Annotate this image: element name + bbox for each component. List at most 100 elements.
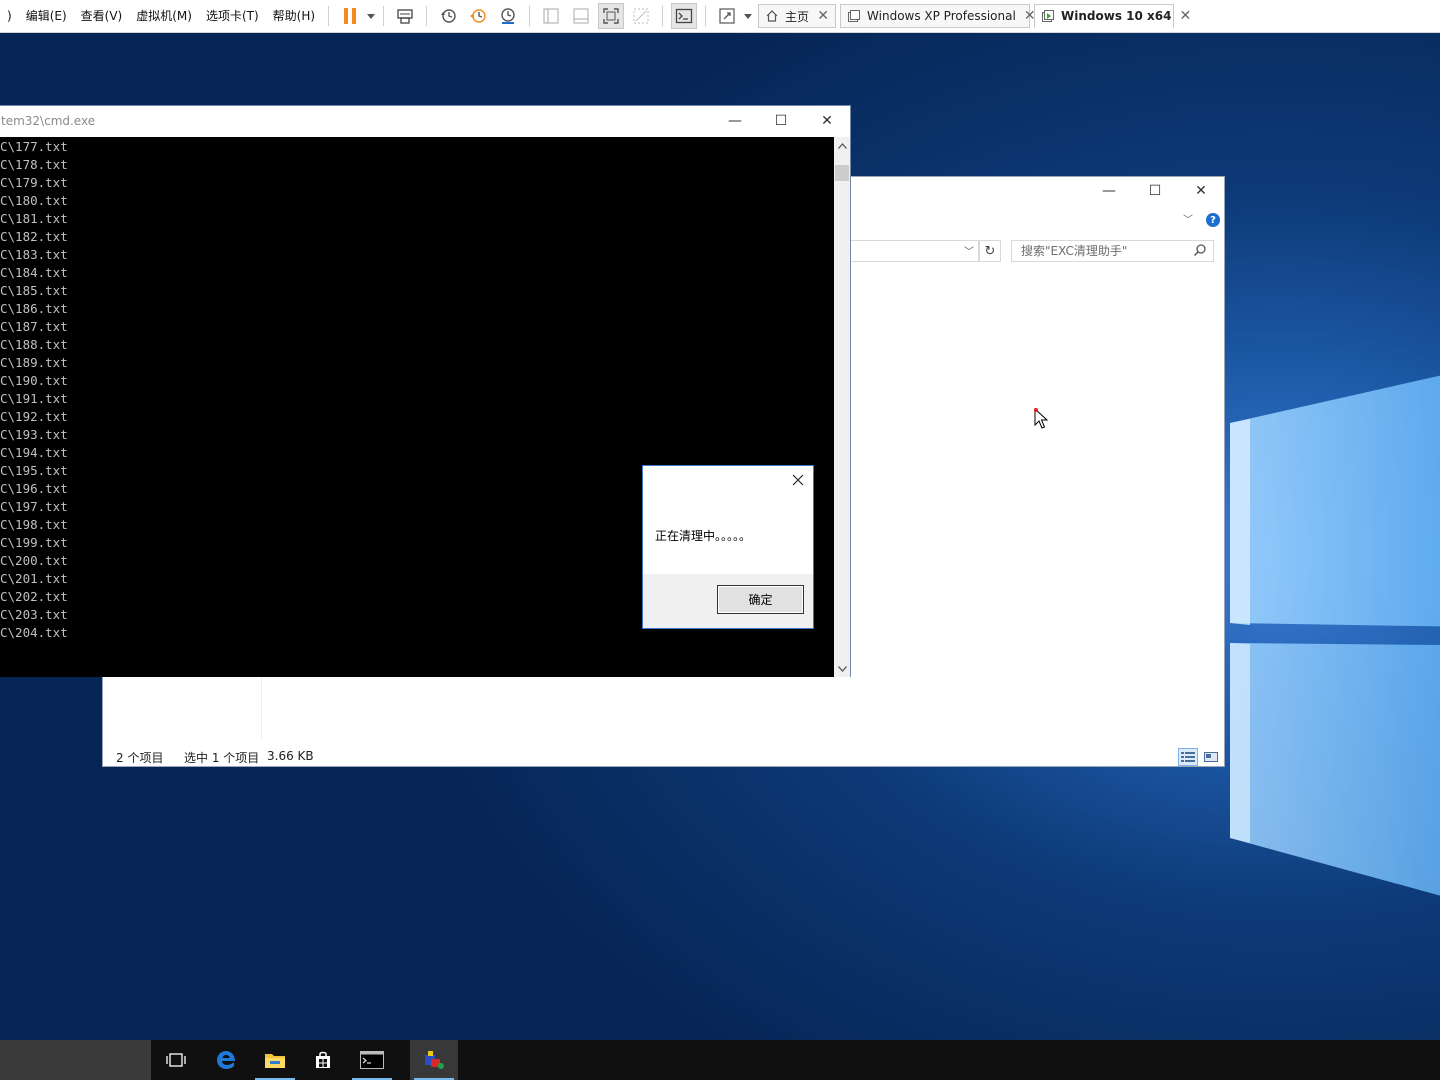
close-icon[interactable]: ✕ [1171, 8, 1191, 24]
console-line: C\203.txt [0, 607, 68, 622]
search-input[interactable]: 搜索"EXC清理助手" [1011, 240, 1214, 262]
mouse-cursor-icon [1034, 408, 1048, 429]
help-icon[interactable]: ? [1206, 213, 1220, 227]
tab-windows-xp[interactable]: Windows XP Professional ✕ [840, 4, 1036, 28]
menu-item-help[interactable]: 帮助(H) [266, 0, 322, 33]
console-line: C\200.txt [0, 553, 68, 568]
details-view-button[interactable] [1178, 748, 1198, 766]
stretch-guest-button[interactable] [714, 3, 740, 29]
taskbar-cmd[interactable] [348, 1040, 396, 1080]
taskbar-file-explorer[interactable] [251, 1040, 299, 1080]
vertical-scrollbar[interactable] [834, 137, 850, 677]
console-line: C\188.txt [0, 337, 68, 352]
console-line: C\186.txt [0, 301, 68, 316]
window-controls: — ☐ ✕ [1086, 177, 1224, 205]
maximize-button[interactable]: ☐ [758, 106, 804, 136]
console-button[interactable] [671, 3, 698, 29]
console-line: C\180.txt [0, 193, 68, 208]
toolbar-separator [662, 6, 664, 26]
unity-button[interactable] [628, 3, 654, 29]
close-icon[interactable]: ✕ [1016, 8, 1036, 24]
send-ctrl-alt-del-button[interactable] [392, 3, 418, 29]
file-explorer-icon [265, 1054, 285, 1068]
scrollbar-thumb[interactable] [835, 165, 849, 181]
taskbar-store[interactable] [299, 1040, 347, 1080]
toolbar-separator [328, 6, 330, 26]
thumbnail-bar-icon [573, 8, 589, 24]
console-line: C\189.txt [0, 355, 68, 370]
chevron-down-icon[interactable]: ﹀ [964, 243, 974, 258]
snapshot-manager-button[interactable] [495, 3, 521, 29]
console-line: C\191.txt [0, 391, 68, 406]
console-line: C\178.txt [0, 157, 68, 172]
close-icon [792, 474, 804, 486]
taskbar-search-box[interactable] [0, 1040, 151, 1080]
taskbar-custom-app[interactable] [410, 1040, 458, 1080]
ok-button[interactable]: 确定 [717, 585, 804, 614]
close-icon[interactable]: ✕ [809, 8, 829, 24]
dialog-message: 正在清理中。。。。。 [655, 529, 752, 543]
large-icons-view-icon [1204, 752, 1218, 762]
menu-item-view[interactable]: 查看(V) [74, 0, 130, 33]
taskbar [0, 1040, 1440, 1080]
console-line: C\197.txt [0, 499, 68, 514]
maximize-button[interactable]: ☐ [1132, 177, 1178, 205]
tab-windows-10[interactable]: Windows 10 x64 ✕ [1034, 4, 1191, 28]
menu-item-vm[interactable]: 虚拟机(M) [129, 0, 199, 33]
close-icon: ✕ [1195, 183, 1207, 199]
status-item-count: 2 个项目 [116, 751, 164, 765]
tab-label: 主页 [785, 9, 810, 24]
full-screen-icon [603, 8, 619, 24]
thumbnail-bar-button[interactable] [568, 3, 594, 29]
tab-label: Windows XP Professional [867, 9, 1016, 23]
cmd-icon [360, 1051, 384, 1069]
menu-item-edit[interactable]: 编辑(E) [19, 0, 74, 33]
close-button[interactable]: ✕ [1178, 177, 1224, 205]
send-ctrl-alt-del-icon [397, 9, 413, 24]
power-dropdown-button[interactable] [365, 3, 377, 29]
close-icon: ✕ [821, 113, 833, 129]
minimize-button[interactable]: — [712, 106, 758, 136]
scroll-down-button[interactable] [834, 660, 850, 677]
console-line: C\185.txt [0, 283, 68, 298]
search-icon [1193, 243, 1207, 263]
console-line: C\179.txt [0, 175, 68, 190]
task-view-button[interactable] [152, 1040, 200, 1080]
navigation-pane-divider[interactable] [261, 677, 262, 739]
tab-label: Windows 10 x64 [1061, 9, 1172, 23]
maximize-icon: ☐ [1148, 183, 1162, 199]
tab-home[interactable]: 主页 ✕ [758, 4, 837, 28]
search-placeholder: 搜索"EXC清理助手" [1021, 244, 1128, 258]
console-line: C\201.txt [0, 571, 68, 586]
taskbar-edge[interactable] [202, 1040, 250, 1080]
menu-item-tabs[interactable]: 选项卡(T) [199, 0, 266, 33]
pause-icon [344, 8, 357, 24]
scroll-up-button[interactable] [834, 137, 850, 154]
console-line: C\183.txt [0, 247, 68, 262]
terminal-icon [675, 8, 693, 24]
large-icons-view-button[interactable] [1202, 748, 1220, 766]
dropdown-arrow-icon [367, 13, 376, 19]
minimize-button[interactable]: — [1086, 177, 1132, 205]
stretch-dropdown-button[interactable] [742, 3, 754, 29]
menu-item-partial[interactable]: ) [0, 0, 19, 33]
cmd-title-bar[interactable]: tem32\cmd.exe — ☐ ✕ [0, 106, 850, 137]
vmware-toolbar: ) 编辑(E) 查看(V) 虚拟机(M) 选项卡(T) 帮助(H) 主页 ✕ W… [0, 0, 1440, 33]
dialog-close-button[interactable] [790, 472, 806, 488]
full-screen-button[interactable] [598, 3, 625, 29]
console-line: C\195.txt [0, 463, 68, 478]
show-library-button[interactable] [538, 3, 564, 29]
chevron-up-icon [837, 142, 847, 149]
toolbar-separator [383, 6, 385, 26]
home-icon [765, 9, 779, 23]
pause-button[interactable] [337, 3, 363, 29]
take-snapshot-button[interactable] [435, 3, 461, 29]
ribbon-expand-chevron-icon[interactable]: ﹀ [1183, 211, 1193, 226]
close-button[interactable]: ✕ [804, 106, 850, 136]
revert-snapshot-button[interactable] [465, 3, 491, 29]
minimize-icon: — [1102, 183, 1116, 199]
snapshot-manager-icon [501, 8, 515, 24]
refresh-button[interactable]: ↻ [979, 240, 1001, 262]
console-line: C\204.txt [0, 625, 68, 640]
toolbar-separator [426, 6, 428, 26]
